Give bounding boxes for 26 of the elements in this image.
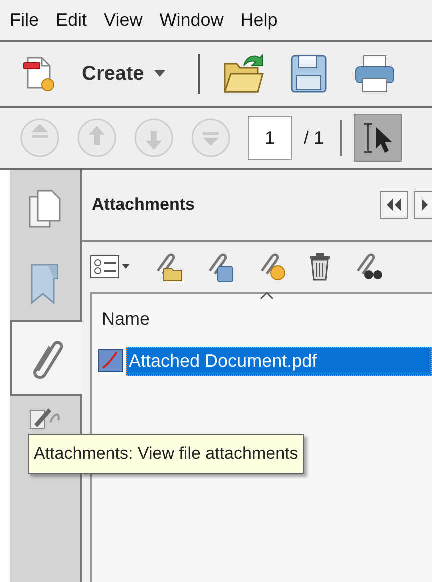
menu-item[interactable]: View	[104, 6, 143, 34]
menu-item[interactable]: Help	[240, 6, 278, 34]
menu-item[interactable]: Edit	[56, 6, 88, 34]
print-icon[interactable]	[354, 54, 396, 94]
sort-caret-icon[interactable]	[260, 292, 274, 300]
trash-icon[interactable]	[308, 252, 332, 282]
menu-item[interactable]: Window	[160, 6, 224, 34]
attachments-tab[interactable]	[10, 320, 82, 396]
page-number-field[interactable]: 1	[248, 116, 292, 160]
menu-item[interactable]: File	[10, 6, 40, 34]
signature-pen-icon	[30, 408, 60, 429]
options-list-icon[interactable]	[90, 253, 132, 281]
pdf-file-icon	[98, 348, 126, 374]
file-name[interactable]: Attached Document.pdf	[126, 346, 432, 376]
expand-button[interactable]	[414, 191, 432, 219]
create-menu-button[interactable]: Create	[82, 59, 166, 89]
page-count: / 1	[304, 126, 324, 150]
select-tool-button[interactable]	[354, 114, 402, 162]
save-icon[interactable]	[290, 54, 328, 94]
column-header[interactable]: Name	[92, 294, 432, 344]
pages-icon	[28, 189, 62, 229]
open-folder-icon[interactable]	[222, 52, 266, 96]
tooltip: Attachments: View file attachments	[28, 434, 304, 474]
collapse-button[interactable]	[380, 191, 408, 219]
dropdown-caret-icon	[154, 70, 166, 78]
panel-title: Attachments	[92, 194, 195, 216]
